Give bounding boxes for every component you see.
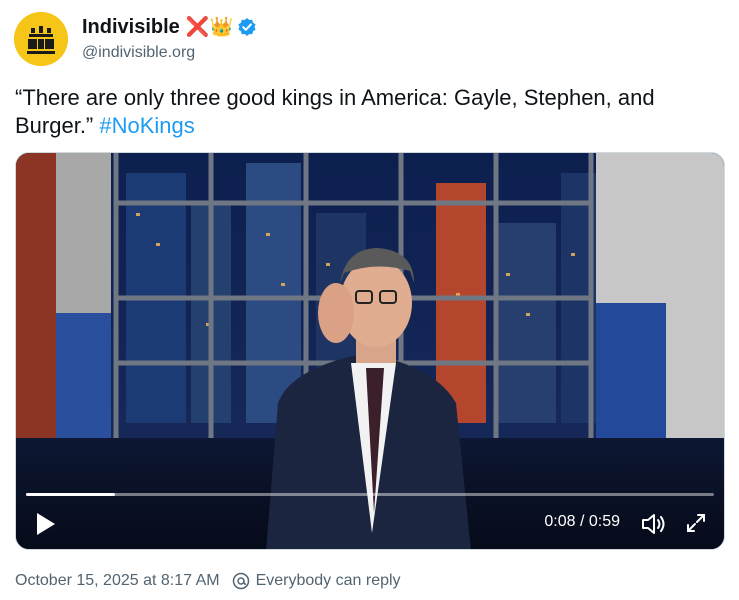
progress-fill	[26, 493, 116, 496]
progress-bar[interactable]	[26, 493, 714, 496]
hashtag-link[interactable]: #NoKings	[99, 113, 194, 138]
play-icon[interactable]	[34, 511, 58, 537]
tweet-footer: October 15, 2025 at 8:17 AM Everybody ca…	[15, 570, 401, 592]
indivisible-logo-icon	[14, 12, 68, 66]
time-display: 0:08 / 0:59	[544, 513, 620, 530]
video-controls: 0:08 / 0:59	[16, 501, 724, 549]
tweet-text: “There are only three good kings in Amer…	[15, 84, 725, 140]
reply-setting[interactable]: Everybody can reply	[256, 572, 401, 590]
at-reply-icon	[232, 572, 250, 590]
volume-icon[interactable]	[640, 511, 666, 537]
tweet-timestamp[interactable]: October 15, 2025 at 8:17 AM	[15, 572, 220, 590]
verified-badge-icon	[237, 17, 257, 37]
display-name[interactable]: Indivisible	[82, 16, 180, 39]
video-frame	[16, 153, 724, 549]
fullscreen-icon[interactable]	[684, 511, 708, 535]
name-emoji: ❌👑	[185, 17, 234, 38]
tweet-header: Indivisible ❌👑 @indivisible.org	[14, 12, 257, 70]
avatar[interactable]	[14, 12, 68, 66]
account-handle[interactable]: @indivisible.org	[82, 44, 257, 62]
video-player[interactable]: 0:08 / 0:59	[15, 152, 725, 550]
